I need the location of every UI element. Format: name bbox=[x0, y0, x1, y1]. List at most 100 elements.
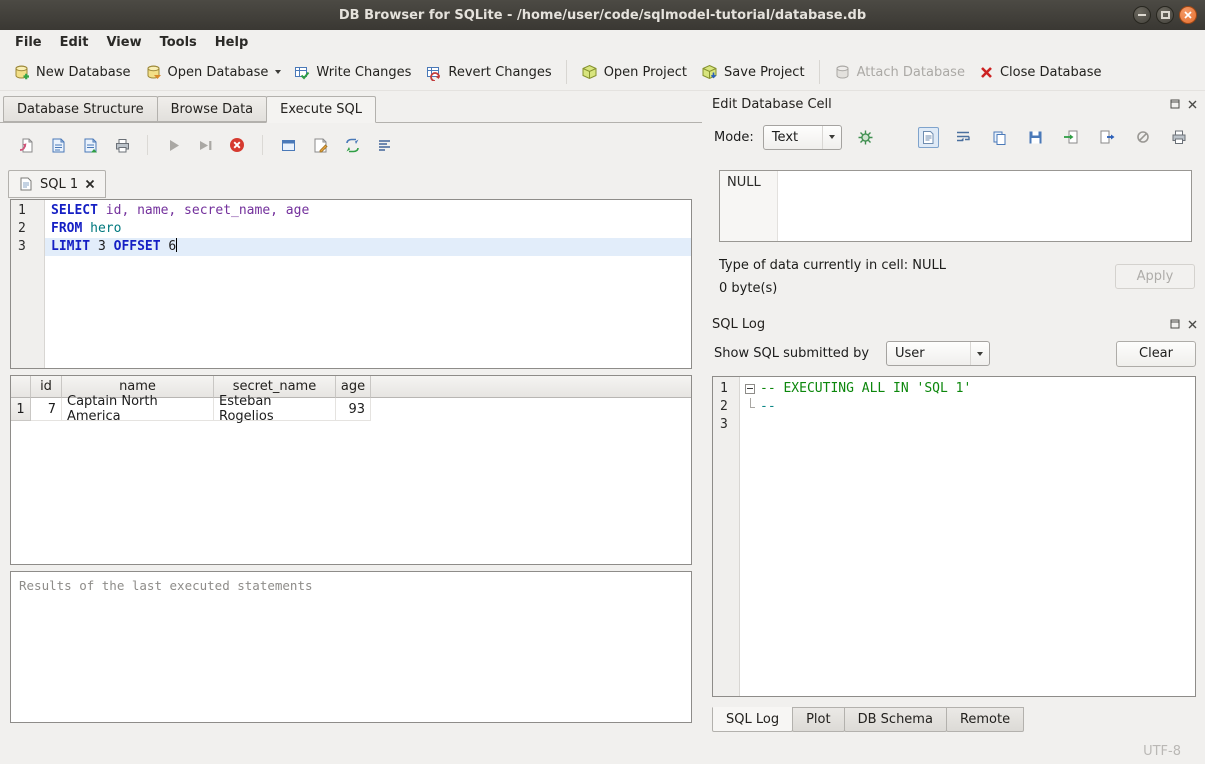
save-project-label: Save Project bbox=[724, 65, 805, 80]
cell-type-info: Type of data currently in cell: NULL bbox=[719, 258, 946, 273]
titlebar[interactable]: DB Browser for SQLite - /home/user/code/… bbox=[0, 0, 1205, 30]
cell-secret-name[interactable]: Esteban Rogelios bbox=[214, 398, 336, 421]
results-table: id name secret_name age 1 7 Captain Nort… bbox=[10, 375, 692, 565]
open-project-button[interactable]: Open Project bbox=[574, 59, 694, 86]
save-project-button[interactable]: Save Project bbox=[694, 59, 812, 86]
tab-execute-sql[interactable]: Execute SQL bbox=[266, 96, 376, 123]
close-tab-icon[interactable] bbox=[85, 179, 95, 189]
tab-browse-data[interactable]: Browse Data bbox=[157, 96, 268, 122]
apply-button[interactable]: Apply bbox=[1115, 264, 1195, 289]
cell-value-area: NULL bbox=[720, 171, 778, 241]
mode-select[interactable]: Text bbox=[763, 125, 842, 150]
tab-plot[interactable]: Plot bbox=[792, 707, 845, 732]
right-dock: Edit Database Cell Mode: Text bbox=[706, 92, 1205, 738]
word-wrap-button[interactable] bbox=[951, 125, 975, 149]
export-results-icon bbox=[280, 137, 297, 154]
save-cell-button[interactable] bbox=[1023, 125, 1047, 149]
save-results-button[interactable] bbox=[308, 133, 332, 157]
column-header-label: name bbox=[119, 379, 156, 394]
header-filler bbox=[371, 376, 691, 398]
menu-file[interactable]: File bbox=[6, 32, 51, 53]
menu-view[interactable]: View bbox=[97, 32, 150, 53]
log-source-select[interactable]: User bbox=[886, 341, 990, 366]
fold-line-end bbox=[750, 407, 755, 408]
print-cell-button[interactable] bbox=[1167, 125, 1191, 149]
encoding-indicator[interactable]: UTF-8 bbox=[1143, 744, 1181, 759]
cell-value-text: NULL bbox=[727, 175, 761, 190]
cell-age[interactable]: 93 bbox=[336, 398, 371, 421]
sql-document-tab[interactable]: SQL 1 bbox=[8, 170, 106, 198]
column-header-age[interactable]: age bbox=[336, 376, 371, 398]
menubar: File Edit View Tools Help bbox=[0, 30, 1205, 54]
auto-format-icon bbox=[376, 137, 393, 154]
new-database-icon bbox=[13, 64, 30, 81]
column-header-id[interactable]: id bbox=[31, 376, 62, 398]
tab-sql-log[interactable]: SQL Log bbox=[712, 707, 793, 732]
line-number: 1 bbox=[713, 380, 739, 398]
copy-cell-button[interactable] bbox=[987, 125, 1011, 149]
fold-column bbox=[740, 380, 760, 398]
clear-log-button[interactable]: Clear bbox=[1116, 341, 1196, 367]
write-changes-button[interactable]: Write Changes bbox=[286, 59, 418, 86]
menu-edit[interactable]: Edit bbox=[51, 32, 98, 53]
import-cell-button[interactable] bbox=[1059, 125, 1083, 149]
save-sql-file-button[interactable] bbox=[46, 133, 70, 157]
open-database-dropdown[interactable] bbox=[270, 54, 286, 90]
open-sql-file-button[interactable] bbox=[14, 133, 38, 157]
fold-column bbox=[740, 416, 760, 434]
float-dock-button[interactable] bbox=[1168, 318, 1181, 331]
close-dock-button[interactable] bbox=[1186, 98, 1199, 111]
sql-number: 3 bbox=[90, 239, 113, 254]
maximize-button[interactable] bbox=[1156, 6, 1174, 24]
tab-db-schema[interactable]: DB Schema bbox=[844, 707, 947, 732]
set-null-button[interactable] bbox=[1131, 125, 1155, 149]
float-dock-button[interactable] bbox=[1168, 98, 1181, 111]
close-dock-button[interactable] bbox=[1186, 318, 1199, 331]
close-window-button[interactable] bbox=[1179, 6, 1197, 24]
export-results-button[interactable] bbox=[276, 133, 300, 157]
execute-current-line-button[interactable] bbox=[193, 133, 217, 157]
column-header-label: secret_name bbox=[233, 379, 316, 394]
clear-button-label: Clear bbox=[1139, 346, 1173, 361]
word-wrap-icon bbox=[955, 129, 971, 145]
stop-execution-button[interactable] bbox=[225, 133, 249, 157]
stop-icon bbox=[228, 136, 246, 154]
sql-table-name: hero bbox=[90, 221, 121, 236]
cell-value-editor[interactable]: NULL bbox=[719, 170, 1192, 242]
sql-log-view[interactable]: 1 2 3 -- EXECUTING ALL IN 'SQL 1' -- bbox=[712, 376, 1196, 697]
tab-database-structure[interactable]: Database Structure bbox=[3, 96, 158, 122]
export-cell-button[interactable] bbox=[1095, 125, 1119, 149]
combo-arrow bbox=[822, 126, 835, 149]
save-sql-file-as-button[interactable] bbox=[78, 133, 102, 157]
find-replace-button[interactable] bbox=[340, 133, 364, 157]
tab-database-structure-label: Database Structure bbox=[17, 102, 144, 117]
text-mode-button[interactable] bbox=[918, 127, 939, 148]
minimize-button[interactable] bbox=[1133, 6, 1151, 24]
menu-tools[interactable]: Tools bbox=[151, 32, 206, 53]
sql-code-area[interactable]: SELECT id, name, secret_name, age FROM h… bbox=[45, 200, 691, 368]
open-database-button[interactable]: Open Database bbox=[138, 59, 276, 86]
results-message: Results of the last executed statements bbox=[19, 578, 313, 593]
revert-changes-button[interactable]: Revert Changes bbox=[418, 59, 558, 86]
log-line-number-gutter: 1 2 3 bbox=[713, 377, 740, 696]
new-database-button[interactable]: New Database bbox=[6, 59, 138, 86]
attach-database-button[interactable]: Attach Database bbox=[827, 59, 972, 86]
cell-name[interactable]: Captain North America bbox=[62, 398, 214, 421]
float-icon bbox=[1170, 319, 1180, 329]
sql-editor[interactable]: 1 2 3 SELECT id, name, secret_name, age … bbox=[10, 199, 692, 369]
text-document-icon bbox=[921, 130, 936, 145]
fold-collapse-icon[interactable] bbox=[745, 384, 755, 394]
line-number: 3 bbox=[713, 416, 739, 434]
print-sql-button[interactable] bbox=[110, 133, 134, 157]
table-row: 1 7 Captain North America Esteban Rogeli… bbox=[11, 398, 691, 421]
close-database-button[interactable]: Close Database bbox=[972, 60, 1109, 85]
execute-all-button[interactable] bbox=[161, 133, 185, 157]
cell-value: 7 bbox=[48, 402, 56, 417]
sql-identifiers: id, name, secret_name, age bbox=[98, 203, 309, 218]
menu-help[interactable]: Help bbox=[206, 32, 257, 53]
auto-format-button[interactable] bbox=[372, 133, 396, 157]
sql-document-tabbar: SQL 1 bbox=[8, 170, 106, 198]
tab-remote[interactable]: Remote bbox=[946, 707, 1024, 732]
auto-switch-mode-button[interactable] bbox=[854, 125, 878, 149]
cell-id[interactable]: 7 bbox=[31, 398, 62, 421]
